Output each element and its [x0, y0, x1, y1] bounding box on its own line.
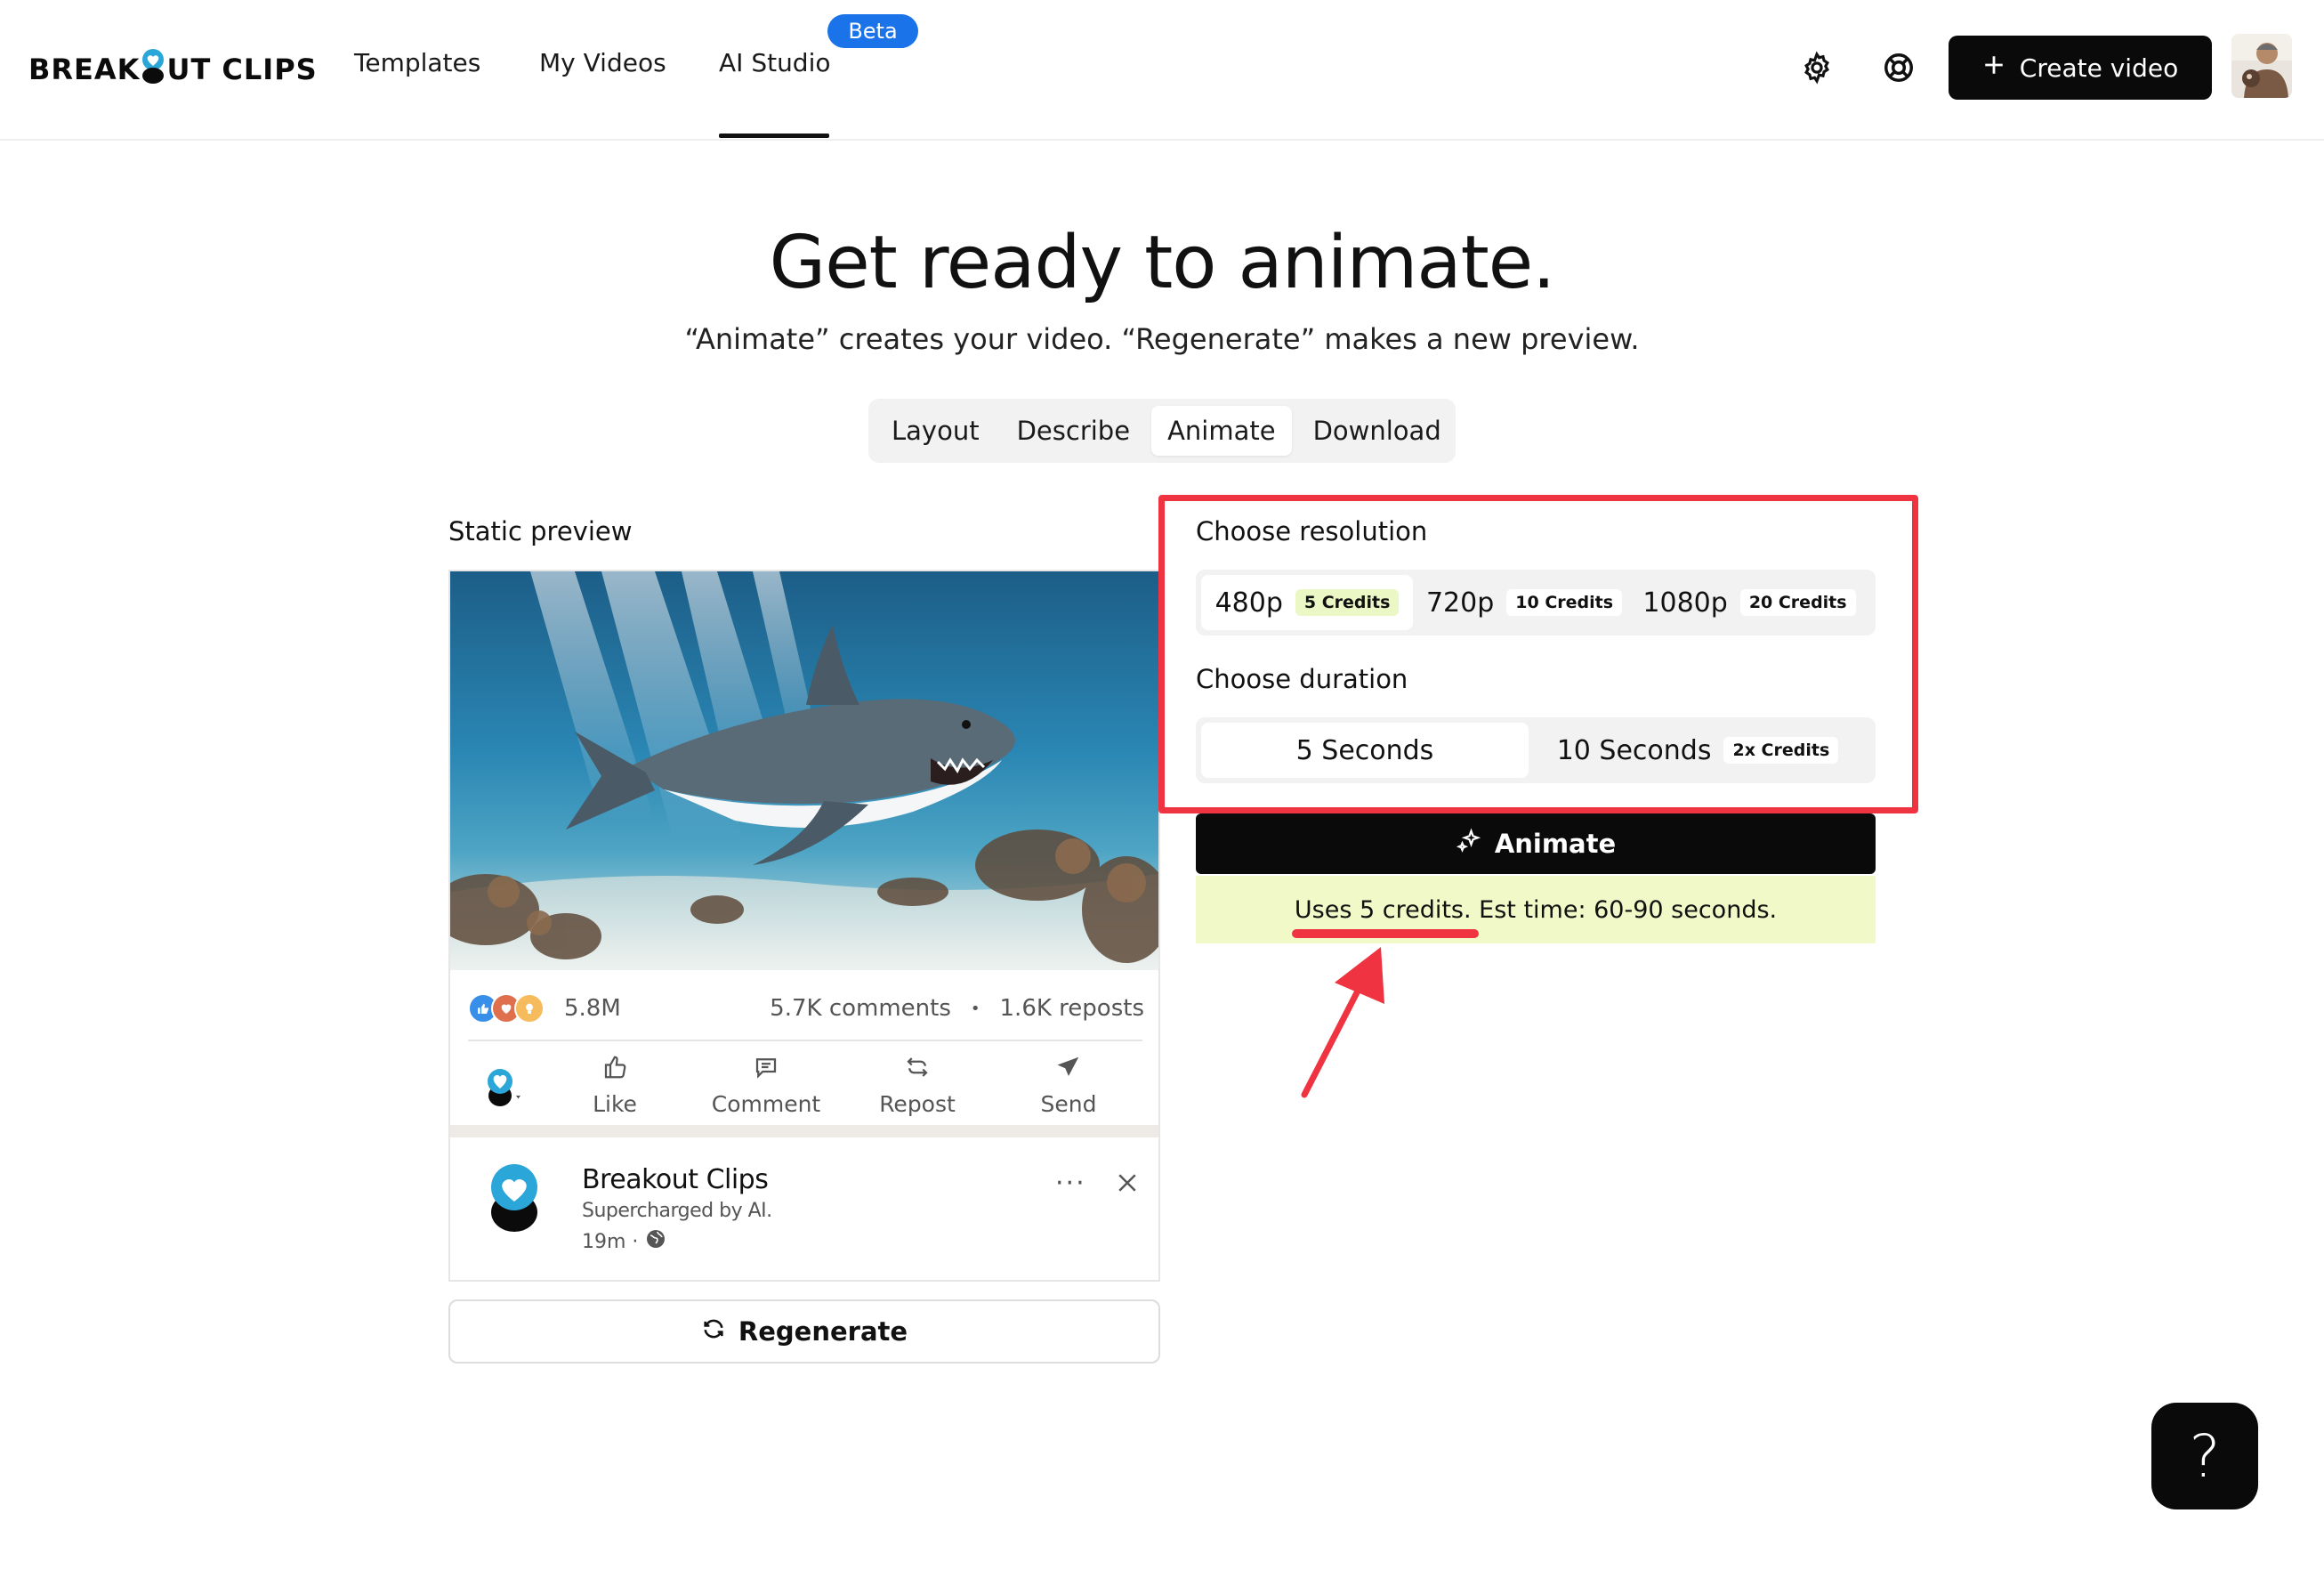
logo-text-left: BREAK — [28, 53, 141, 86]
post-timestamp: 19m · — [582, 1228, 666, 1255]
brand-logo[interactable]: BREAK UT CLIPS — [28, 43, 318, 96]
reaction-icons — [468, 993, 545, 1024]
create-video-label: Create video — [2019, 53, 2179, 83]
repost-icon — [904, 1054, 931, 1086]
comment-icon — [753, 1054, 779, 1086]
tab-animate[interactable]: Animate — [1151, 406, 1292, 456]
reposts-count[interactable]: 1.6K reposts — [1000, 995, 1144, 1022]
page-title: Get ready to animate. — [769, 221, 1556, 305]
choose-duration-label: Choose duration — [1196, 664, 1408, 694]
regenerate-button[interactable]: Regenerate — [448, 1299, 1160, 1364]
repost-button[interactable]: Repost — [842, 1054, 993, 1117]
send-icon — [1055, 1054, 1082, 1086]
regenerate-label: Regenerate — [738, 1316, 908, 1347]
post-close-icon[interactable] — [1114, 1169, 1141, 1200]
comment-button[interactable]: Comment — [690, 1054, 842, 1117]
like-label: Like — [593, 1090, 637, 1117]
arrow-annotation-icon — [1292, 947, 1399, 1111]
send-label: Send — [1040, 1090, 1097, 1117]
credits-underline-annotation — [1292, 929, 1479, 938]
resolution-720p-credits: 10 Credits — [1506, 589, 1623, 616]
comment-label: Comment — [711, 1090, 821, 1117]
shark-preview-image — [450, 571, 1158, 970]
resolution-1080p-credits: 20 Credits — [1739, 589, 1856, 616]
tab-describe[interactable]: Describe — [1001, 406, 1146, 456]
settings-icon[interactable] — [1797, 48, 1836, 87]
nav-ai-studio[interactable]: AI Studio — [719, 48, 831, 77]
animate-button[interactable]: Animate — [1196, 813, 1876, 874]
create-video-button[interactable]: Create video — [1949, 36, 2212, 100]
plus-icon — [1982, 53, 2005, 83]
step-tabs: Layout Describe Animate Download — [868, 399, 1456, 463]
post-actions: Like Comment Repost Send — [468, 1045, 1144, 1125]
resolution-option-720p[interactable]: 720p 10 Credits — [1413, 575, 1635, 630]
duration-option-5s[interactable]: 5 Seconds — [1201, 723, 1529, 778]
resolution-720p-label: 720p — [1425, 587, 1495, 619]
post-author-avatar[interactable] — [488, 1162, 541, 1237]
thumbs-up-icon — [601, 1054, 628, 1086]
stats-divider — [468, 1040, 1142, 1041]
refresh-icon — [701, 1316, 726, 1347]
help-lifebuoy-icon[interactable] — [1879, 48, 1918, 87]
resolution-1080p-label: 1080p — [1642, 587, 1728, 619]
logo-pin-icon — [140, 47, 166, 85]
static-preview-label: Static preview — [448, 516, 633, 546]
insightful-reaction-icon — [514, 993, 545, 1024]
post-author-tagline: Supercharged by AI. — [582, 1200, 772, 1222]
choose-resolution-label: Choose resolution — [1196, 516, 1428, 546]
account-switcher[interactable] — [468, 1062, 539, 1108]
reactions-count[interactable]: 5.8M — [564, 995, 621, 1022]
sparkles-icon — [1456, 827, 1482, 861]
repost-label: Repost — [879, 1090, 956, 1117]
tab-layout[interactable]: Layout — [876, 406, 996, 456]
social-post-preview: 5.8M 5.7K comments • 1.6K reposts Like C… — [448, 570, 1160, 1282]
post-time-text: 19m · — [582, 1230, 639, 1253]
resolution-selector: 480p 5 Credits 720p 10 Credits 1080p 20 … — [1196, 570, 1876, 635]
nav-active-underline — [719, 134, 829, 138]
animate-label: Animate — [1494, 829, 1617, 859]
help-chat-button[interactable]: ? — [2151, 1403, 2258, 1509]
nav-my-videos[interactable]: My Videos — [539, 48, 666, 77]
resolution-480p-label: 480p — [1214, 587, 1283, 619]
user-avatar[interactable] — [2231, 34, 2292, 98]
resolution-480p-credits: 5 Credits — [1295, 589, 1400, 616]
duration-selector: 5 Seconds 10 Seconds 2x Credits — [1196, 717, 1876, 783]
duration-5s-label: 5 Seconds — [1295, 734, 1434, 766]
duration-10s-credits: 2x Credits — [1723, 737, 1839, 764]
page-subtitle: “Animate” creates your video. “Regenerat… — [684, 322, 1640, 356]
duration-10s-label: 10 Seconds — [1556, 734, 1712, 766]
beta-badge: Beta — [827, 14, 918, 48]
globe-icon — [645, 1228, 666, 1255]
send-button[interactable]: Send — [993, 1054, 1144, 1117]
stats-separator: • — [970, 999, 980, 1018]
top-navbar: BREAK UT CLIPS Templates My Videos AI St… — [0, 0, 2324, 141]
resolution-option-1080p[interactable]: 1080p 20 Credits — [1635, 575, 1863, 630]
nav-templates[interactable]: Templates — [354, 48, 480, 77]
duration-option-10s[interactable]: 10 Seconds 2x Credits — [1529, 723, 1867, 778]
post-author-name[interactable]: Breakout Clips — [582, 1164, 769, 1195]
tab-download[interactable]: Download — [1297, 406, 1457, 456]
resolution-option-480p[interactable]: 480p 5 Credits — [1201, 575, 1413, 630]
post-separator-band — [450, 1125, 1158, 1137]
post-more-options-icon[interactable]: ··· — [1055, 1168, 1086, 1199]
like-button[interactable]: Like — [539, 1054, 690, 1117]
comments-count[interactable]: 5.7K comments — [770, 995, 951, 1022]
post-stats: 5.8M 5.7K comments • 1.6K reposts — [468, 986, 1144, 1031]
logo-text-right: UT CLIPS — [166, 53, 318, 86]
